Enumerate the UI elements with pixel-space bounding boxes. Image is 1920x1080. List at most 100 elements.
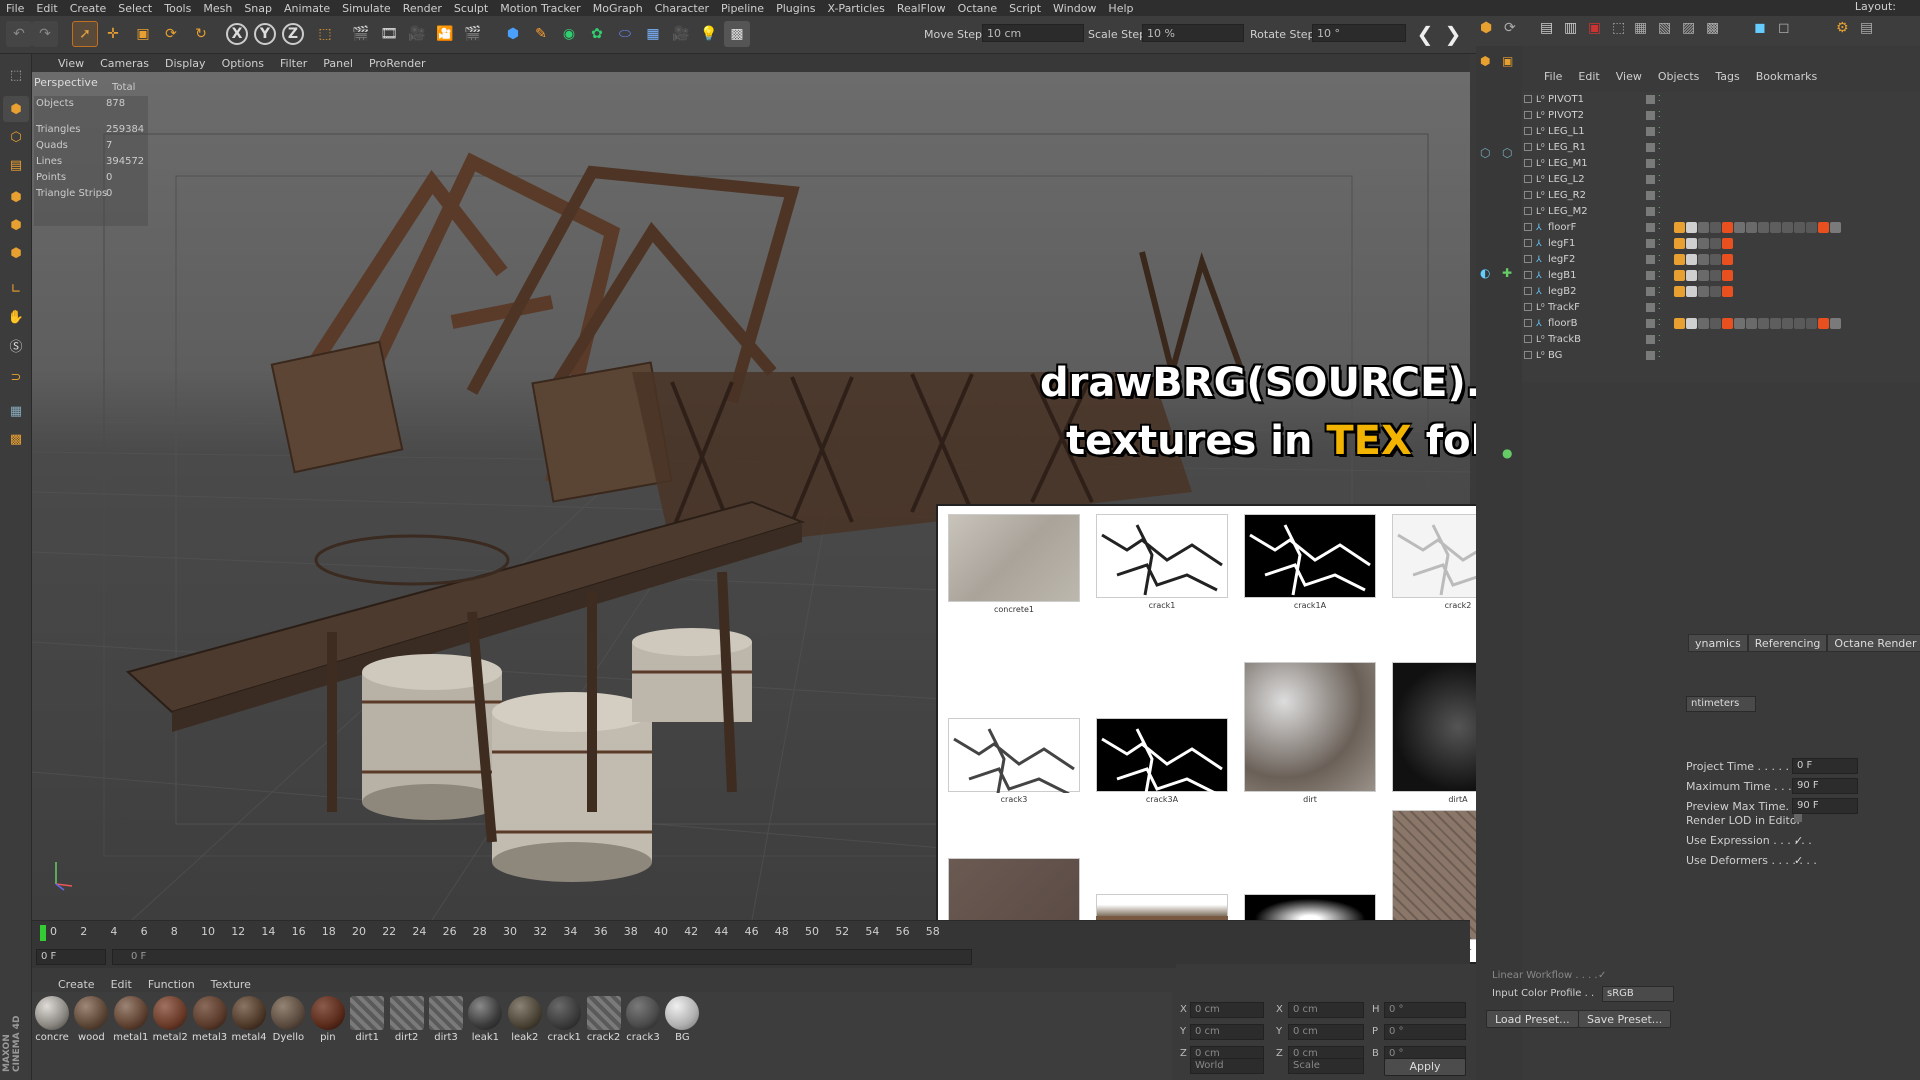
sidebar-tool-icon[interactable]: ✚ xyxy=(1502,266,1512,280)
visibility-toggle[interactable] xyxy=(1646,255,1655,264)
material-tag-icon[interactable] xyxy=(1710,286,1721,297)
visibility-toggle[interactable] xyxy=(1646,207,1655,216)
manager-tab-icon[interactable]: ▦ xyxy=(1634,20,1647,36)
render-dots-icon[interactable]: ⁚ xyxy=(1658,158,1661,167)
viewport-menu-item[interactable]: Cameras xyxy=(92,57,157,70)
menu-item[interactable]: Help xyxy=(1102,2,1139,15)
material-tag-icon[interactable] xyxy=(1818,222,1829,233)
attribute-tab[interactable]: ynamics xyxy=(1688,634,1748,652)
object-row[interactable]: L⁰ LEG_M2 ⁚ xyxy=(1522,204,1920,220)
sidebar-tool-icon[interactable]: ⬡ xyxy=(1480,146,1490,160)
undo-icon[interactable]: ↶ xyxy=(6,21,32,47)
points-mode-icon[interactable]: ⬢ xyxy=(3,184,29,210)
scale-step-field[interactable]: 10 % xyxy=(1142,24,1244,42)
material-swatch[interactable]: crack1 xyxy=(546,996,582,1043)
render-dots-icon[interactable]: ⁚ xyxy=(1658,142,1661,151)
cube-icon[interactable]: ⬢ xyxy=(500,21,526,47)
make-editable-icon[interactable]: ⬚ xyxy=(3,62,29,88)
expand-toggle-icon[interactable] xyxy=(1524,191,1532,199)
cloner-icon[interactable]: ✿ xyxy=(584,21,610,47)
timeline[interactable]: 0 2 4 6 8 10 12 14 16 18 20 22 24 26 28 30 32 34 36 38 40 42 4… xyxy=(32,920,1470,968)
sidebar-tool-icon[interactable]: ⬡ xyxy=(1502,146,1512,160)
expand-toggle-icon[interactable] xyxy=(1524,159,1532,167)
material-tag-icon[interactable] xyxy=(1770,222,1781,233)
manager-tab-icon[interactable]: ▥ xyxy=(1564,20,1577,36)
material-tag-icon[interactable] xyxy=(1698,286,1709,297)
menu-item[interactable]: Select xyxy=(112,2,158,15)
coord-size-field[interactable]: 0 cm xyxy=(1288,1024,1364,1040)
visibility-toggle[interactable] xyxy=(1646,239,1655,248)
object-row[interactable]: L⁰ TrackB ⁚ xyxy=(1522,332,1920,348)
object-row[interactable]: ⅄ floorB ⁚ xyxy=(1522,316,1920,332)
menu-item[interactable]: X-Particles xyxy=(821,2,890,15)
menu-item[interactable]: Pipeline xyxy=(715,2,770,15)
object-row[interactable]: L⁰ LEG_L2 ⁚ xyxy=(1522,172,1920,188)
viewport-menu-item[interactable]: View xyxy=(50,57,92,70)
texture-thumbnail[interactable]: crack3A xyxy=(1096,718,1228,804)
material-tag-icon[interactable] xyxy=(1698,318,1709,329)
material-swatch[interactable]: dirt3 xyxy=(428,996,464,1043)
material-tag-icon[interactable] xyxy=(1782,318,1793,329)
model-mode-icon[interactable]: ⬢ xyxy=(3,96,29,122)
material-menu-item[interactable]: Function xyxy=(140,978,203,991)
material-tag-icon[interactable] xyxy=(1698,270,1709,281)
material-swatch[interactable]: crack3 xyxy=(625,996,661,1043)
render-dots-icon[interactable]: ⁚ xyxy=(1658,222,1661,231)
material-tag-icon[interactable] xyxy=(1746,318,1757,329)
attribute-field[interactable]: 0 F xyxy=(1792,758,1858,774)
attribute-tab[interactable]: Referencing xyxy=(1747,634,1828,652)
object-menu-item[interactable]: Tags xyxy=(1707,70,1747,83)
expand-toggle-icon[interactable] xyxy=(1524,223,1532,231)
object-row[interactable]: L⁰ PIVOT1 ⁚ xyxy=(1522,92,1920,108)
texture-thumbnail[interactable]: crack3 xyxy=(948,718,1080,804)
object-row[interactable]: L⁰ LEG_L1 ⁚ xyxy=(1522,124,1920,140)
expand-toggle-icon[interactable] xyxy=(1524,239,1532,247)
material-tag-icon[interactable] xyxy=(1686,286,1697,297)
material-tag-icon[interactable] xyxy=(1698,222,1709,233)
render-dots-icon[interactable]: ⁚ xyxy=(1658,318,1661,327)
grid-icon[interactable]: ▦ xyxy=(3,398,29,424)
expand-toggle-icon[interactable] xyxy=(1524,127,1532,135)
object-row[interactable]: L⁰ LEG_R1 ⁚ xyxy=(1522,140,1920,156)
edges-mode-icon[interactable]: ⬢ xyxy=(3,212,29,238)
workplane-icon[interactable]: ▤ xyxy=(3,152,29,178)
material-tag-icon[interactable] xyxy=(1674,254,1685,265)
object-row[interactable]: ⅄ floorF ⁚ xyxy=(1522,220,1920,236)
manager-tab-icon[interactable]: ◻ xyxy=(1778,20,1790,36)
material-tag-icon[interactable] xyxy=(1722,222,1733,233)
object-row[interactable]: L⁰ LEG_M1 ⁚ xyxy=(1522,156,1920,172)
object-row[interactable]: ⅄ legB1 ⁚ xyxy=(1522,268,1920,284)
expand-toggle-icon[interactable] xyxy=(1524,95,1532,103)
magnet-icon[interactable]: ⊃ xyxy=(3,364,29,390)
load-preset-button[interactable]: Load Preset... xyxy=(1486,1010,1579,1028)
attribute-field[interactable]: 90 F xyxy=(1792,798,1858,814)
material-tag-icon[interactable] xyxy=(1758,222,1769,233)
coord-rotation-field[interactable]: 0 ° xyxy=(1384,1024,1466,1040)
material-menu-item[interactable]: Edit xyxy=(103,978,140,991)
axis-z-button[interactable]: Z xyxy=(282,23,304,45)
menu-item[interactable]: MoGraph xyxy=(587,2,649,15)
expand-toggle-icon[interactable] xyxy=(1524,303,1532,311)
expand-toggle-icon[interactable] xyxy=(1524,255,1532,263)
material-tag-icon[interactable] xyxy=(1794,318,1805,329)
visibility-toggle[interactable] xyxy=(1646,175,1655,184)
material-tag-icon[interactable] xyxy=(1698,254,1709,265)
edit-render-settings-icon[interactable]: 🎥 xyxy=(404,21,430,47)
scale-dropdown[interactable]: Scale xyxy=(1288,1058,1364,1074)
linear-workflow-checkbox[interactable]: ✓ xyxy=(1598,970,1606,981)
viewport-menu-item[interactable]: Filter xyxy=(272,57,315,70)
render-dots-icon[interactable]: ⁚ xyxy=(1658,190,1661,199)
material-swatch[interactable]: metal2 xyxy=(152,996,188,1043)
attribute-tab[interactable]: Octane Render xyxy=(1827,634,1920,652)
material-swatch[interactable]: concre xyxy=(34,996,70,1043)
object-menu-item[interactable]: Objects xyxy=(1650,70,1708,83)
visibility-toggle[interactable] xyxy=(1646,111,1655,120)
material-tag-icon[interactable] xyxy=(1770,318,1781,329)
menu-item[interactable]: Tools xyxy=(158,2,197,15)
render-dots-icon[interactable]: ⁚ xyxy=(1658,126,1661,135)
material-tag-icon[interactable] xyxy=(1782,222,1793,233)
save-preset-button[interactable]: Save Preset... xyxy=(1578,1010,1672,1028)
redo-icon[interactable]: ↷ xyxy=(32,21,58,47)
object-menu-item[interactable]: File xyxy=(1536,70,1570,83)
current-frame-field[interactable]: 0 F xyxy=(36,949,106,965)
